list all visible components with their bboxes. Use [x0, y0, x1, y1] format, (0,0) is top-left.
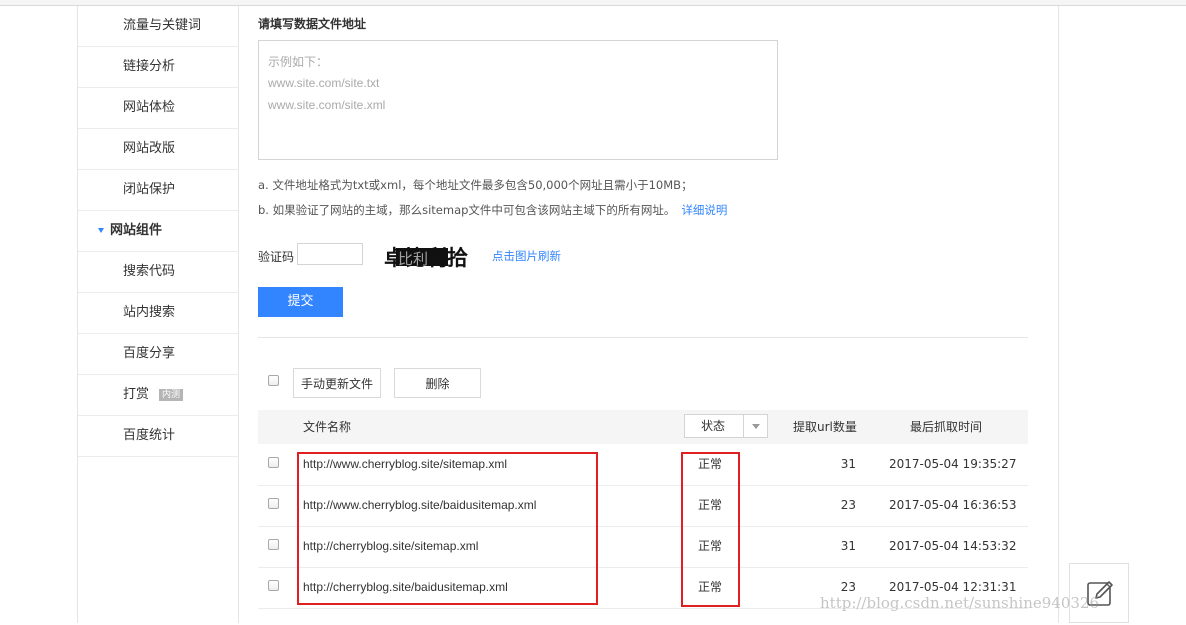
url-count-value: 31 — [840, 457, 856, 471]
content-right-border — [1058, 6, 1059, 623]
sidebar-item-link-analysis[interactable]: 链接分析 — [78, 47, 238, 88]
sidebar-item-label: 百度分享 — [123, 346, 176, 361]
row-checkbox[interactable] — [268, 457, 279, 468]
sidebar-group-label: 网站组件 — [110, 223, 163, 238]
sidebar-item-site-revision[interactable]: 网站改版 — [78, 129, 238, 170]
note-format-text: a. 文件地址格式为txt或xml，每个地址文件最多包含50,000个网址且需小… — [258, 178, 693, 192]
watermark: http://blog.csdn.net/sunshine940326 — [820, 594, 1100, 612]
sidebar-item-traffic-keywords[interactable]: 流量与关键词 — [78, 6, 238, 47]
sidebar-item-label: 网站体检 — [123, 100, 176, 115]
note-domain: b. 如果验证了网站的主域，那么sitemap文件中可包含该网站主域下的所有网址… — [258, 202, 727, 218]
sidebar-item-search-code[interactable]: 搜索代码 — [78, 252, 238, 293]
chevron-down-icon — [752, 424, 760, 429]
sidebar-item-label: 搜索代码 — [123, 264, 176, 279]
last-crawl-value: 2017-05-04 14:53:32 — [889, 539, 1017, 553]
sidebar-item-site-close-protection[interactable]: 闭站保护 — [78, 170, 238, 211]
beta-badge: 内测 — [159, 388, 184, 401]
sidebar-item-label: 百度统计 — [123, 428, 176, 443]
sidebar-group-site-components[interactable]: 网站组件 — [78, 211, 238, 252]
status-highlight-box — [681, 452, 740, 607]
note-format: a. 文件地址格式为txt或xml，每个地址文件最多包含50,000个网址且需小… — [258, 177, 693, 193]
sidebar-item-label: 链接分析 — [123, 59, 176, 74]
status-filter-label: 状态 — [701, 419, 726, 433]
placeholder-line: www.site.com/site.txt — [268, 76, 380, 90]
sidebar: 流量与关键词 链接分析 网站体检 网站改版 闭站保护 网站组件 搜索代码 站内搜… — [77, 6, 239, 623]
sidebar-item-reward[interactable]: 打赏 内测 — [78, 375, 238, 416]
sidebar-item-label: 闭站保护 — [123, 182, 176, 197]
manual-update-button[interactable]: 手动更新文件 — [293, 368, 381, 398]
select-separator — [743, 415, 744, 437]
refresh-captcha-link[interactable]: 点击图片刷新 — [492, 248, 561, 264]
header-last-crawl: 最后抓取时间 — [910, 420, 983, 434]
pencil-edit-icon — [1087, 581, 1113, 606]
feedback-edit-button[interactable] — [1069, 563, 1129, 623]
placeholder-line: www.site.com/site.xml — [268, 98, 386, 112]
triangle-down-icon — [98, 228, 104, 233]
row-checkbox[interactable] — [268, 498, 279, 509]
section-title: 请填写数据文件地址 — [258, 17, 367, 31]
note-domain-text: b. 如果验证了网站的主域，那么sitemap文件中可包含该网站主域下的所有网址… — [258, 203, 676, 217]
submit-button[interactable]: 提交 — [258, 287, 343, 317]
details-link[interactable]: 详细说明 — [681, 203, 727, 217]
svg-text:比利: 比利 — [398, 250, 428, 268]
status-filter-select[interactable]: 状态 — [684, 414, 768, 438]
sidebar-item-baidu-stats[interactable]: 百度统计 — [78, 416, 238, 457]
sidebar-item-site-search[interactable]: 站内搜索 — [78, 293, 238, 334]
captcha-label: 验证码 — [258, 250, 295, 264]
header-url-count: 提取url数量 — [793, 420, 857, 434]
sidebar-item-label: 打赏 — [123, 387, 150, 402]
header-filename: 文件名称 — [303, 420, 352, 434]
sitemap-url-textarea[interactable]: 示例如下： www.site.com/site.txt www.site.com… — [258, 40, 778, 160]
sidebar-item-label: 流量与关键词 — [123, 18, 202, 33]
placeholder-line: 示例如下： — [268, 55, 329, 69]
sidebar-item-site-checkup[interactable]: 网站体检 — [78, 88, 238, 129]
url-count-value: 31 — [840, 539, 856, 553]
last-crawl-value: 2017-05-04 16:36:53 — [889, 498, 1017, 512]
captcha-input[interactable] — [297, 243, 363, 265]
row-checkbox[interactable] — [268, 539, 279, 550]
row-checkbox[interactable] — [268, 580, 279, 591]
section-divider — [258, 337, 1028, 338]
table-header: 文件名称 状态 提取url数量 最后抓取时间 — [258, 410, 1028, 444]
last-crawl-value: 2017-05-04 19:35:27 — [889, 457, 1017, 471]
sidebar-item-label: 站内搜索 — [123, 305, 176, 320]
select-all-checkbox[interactable] — [268, 375, 279, 386]
captcha-image[interactable]: 卓比利拾 比利 — [382, 240, 474, 272]
url-count-value: 23 — [840, 498, 856, 512]
sidebar-item-baidu-share[interactable]: 百度分享 — [78, 334, 238, 375]
sidebar-item-label: 网站改版 — [123, 141, 176, 156]
delete-button[interactable]: 删除 — [394, 368, 481, 398]
url-highlight-box — [297, 452, 598, 605]
